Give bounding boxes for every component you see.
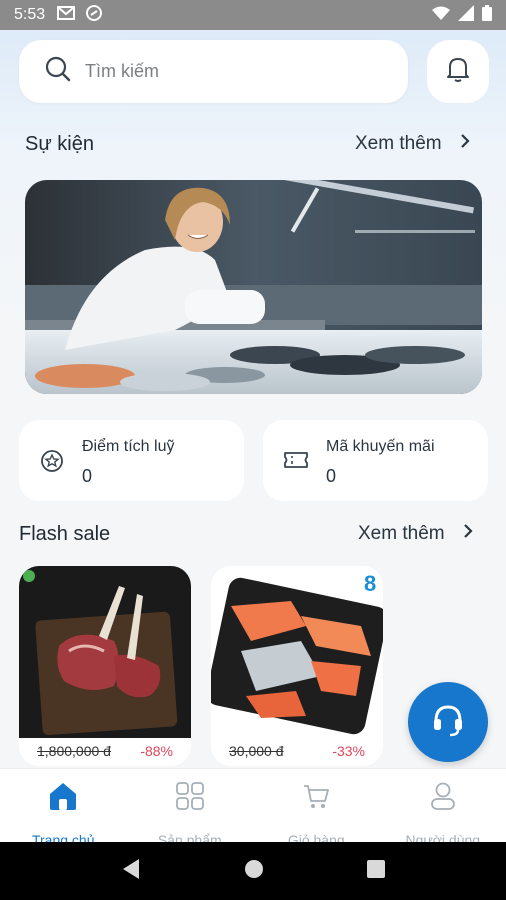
search-bar[interactable] (19, 40, 408, 103)
award-icon (39, 448, 65, 479)
events-see-more[interactable]: Xem thêm (355, 133, 470, 155)
search-icon (45, 56, 71, 87)
loyalty-points-label: Điểm tích luỹ (82, 438, 175, 455)
flash-sale-see-more[interactable]: Xem thêm (358, 523, 473, 545)
home-circle-icon[interactable] (244, 859, 264, 884)
product-discount: -88% (140, 743, 173, 759)
gmail-icon (57, 5, 76, 25)
headset-icon (429, 701, 467, 744)
product-image-salmon: 8 (211, 566, 383, 738)
chevron-right-icon (463, 523, 473, 545)
back-icon[interactable] (121, 858, 141, 885)
nav-cart[interactable]: Giỏ hàng (253, 769, 380, 848)
promo-code-value: 0 (326, 466, 337, 486)
nav-user[interactable]: Người dùng (380, 769, 506, 848)
nav-home[interactable]: Trang chủ (0, 769, 127, 848)
sync-icon (85, 4, 103, 27)
home-screen: 5:53 Sự kiện (0, 0, 506, 900)
status-bar: 5:53 (0, 0, 506, 30)
loyalty-points-value: 0 (82, 466, 93, 486)
product-discount: -33% (332, 743, 365, 759)
events-title: Sự kiện (25, 132, 94, 155)
event-banner[interactable] (25, 180, 482, 394)
product-image-steak (19, 566, 191, 738)
grid-icon (175, 781, 205, 816)
bottom-nav: Trang chủ Sản phẩm Giỏ hàng Người dùng (0, 768, 506, 848)
recents-icon[interactable] (366, 859, 385, 883)
flash-sale-title: Flash sale (19, 522, 111, 545)
nav-products[interactable]: Sản phẩm (127, 769, 254, 848)
battery-icon (482, 4, 492, 26)
cart-icon (301, 781, 331, 816)
chevron-right-icon (460, 133, 470, 155)
product-card[interactable]: 8 30,000 đ -33% (211, 566, 383, 766)
user-icon (428, 781, 458, 816)
flash-sale-see-more-label: Xem thêm (358, 523, 445, 544)
loyalty-points-card[interactable]: Điểm tích luỹ 0 (19, 420, 244, 501)
events-see-more-label: Xem thêm (355, 133, 442, 154)
ticket-icon (283, 448, 309, 477)
promo-code-card[interactable]: Mã khuyến mãi 0 (263, 420, 488, 501)
brand-logo: 8 (364, 571, 376, 596)
events-header: Sự kiện Xem thêm (0, 129, 506, 159)
home-icon (47, 781, 79, 816)
product-old-price: 30,000 đ (229, 743, 284, 759)
flash-sale-header: Flash sale Xem thêm (0, 519, 506, 549)
promo-code-label: Mã khuyến mãi (326, 438, 435, 455)
support-button[interactable] (408, 682, 488, 762)
banner-image (25, 180, 482, 394)
search-input[interactable] (85, 61, 365, 82)
signal-icon (458, 4, 474, 26)
product-card[interactable]: 1,800,000 đ -88% (19, 566, 191, 766)
wifi-icon (432, 6, 450, 25)
bell-icon (445, 55, 471, 88)
status-time: 5:53 (14, 6, 46, 23)
product-old-price: 1,800,000 đ (37, 743, 111, 759)
system-nav-bar (0, 842, 506, 900)
notification-button[interactable] (427, 40, 489, 103)
